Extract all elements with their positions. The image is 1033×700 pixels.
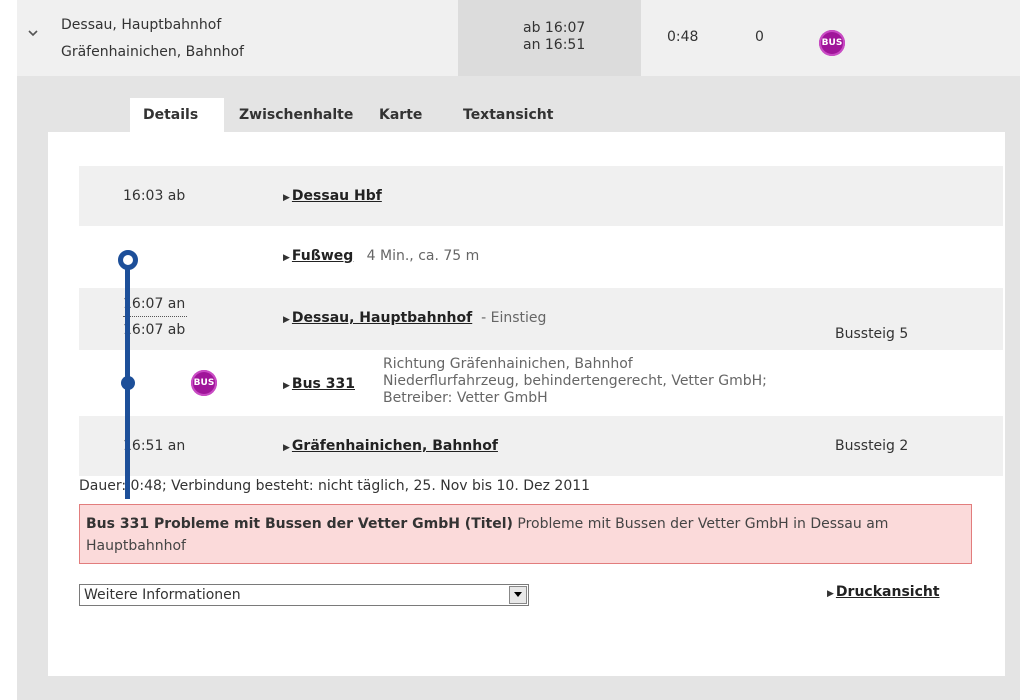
triangle-right-icon: ▶ <box>827 589 834 599</box>
connection-details: Details Zwischenhalte Karte Textansicht … <box>17 76 1020 700</box>
connection-summary-row[interactable]: Dessau, Hauptbahnhof Gräfenhainichen, Ba… <box>17 0 1020 76</box>
summary-departure-time: ab 16:07 <box>523 20 586 36</box>
boarding-suffix: - Einstieg <box>481 310 547 326</box>
triangle-right-icon: ▶ <box>283 381 290 391</box>
connection-info: Dauer: 0:48; Verbindung besteht: nicht t… <box>79 478 591 494</box>
bus-details: Richtung Gräfenhainichen, Bahnhof Nieder… <box>383 356 767 407</box>
more-info-selected: Weitere Informationen <box>84 587 241 603</box>
triangle-right-icon: ▶ <box>283 315 290 325</box>
departure-stop: ▶ Dessau Hbf <box>283 188 382 204</box>
walk-detail: 4 Min., ca. 75 m <box>366 248 480 264</box>
bus-line-link[interactable]: Bus 331 <box>292 376 355 392</box>
walk-segment: ▶ Fußweg 4 Min., ca. 75 m <box>283 248 479 264</box>
tab-textansicht[interactable]: Textansicht <box>450 98 580 132</box>
platform-label: Bussteig 2 <box>835 438 909 454</box>
chevron-down-icon[interactable] <box>27 28 41 42</box>
arrival-time-hbf: 16:07 an <box>123 296 186 312</box>
tab-zwischenhalte[interactable]: Zwischenhalte <box>226 98 366 132</box>
time-separator <box>123 316 187 317</box>
route-row-walk: ▶ Fußweg 4 Min., ca. 75 m <box>79 226 1003 288</box>
arrival-time: 16:51 an <box>123 438 186 454</box>
departure-stop-link[interactable]: Dessau Hbf <box>292 188 382 204</box>
bus-icon: BUS <box>819 30 845 56</box>
more-info-select[interactable]: Weitere Informationen <box>79 584 529 606</box>
tab-details[interactable]: Details <box>130 98 224 132</box>
departure-time-hbf: 16:07 ab <box>123 322 186 338</box>
arrival-stop: ▶ Gräfenhainichen, Bahnhof <box>283 438 498 454</box>
route-row-departure: 16:03 ab ▶ Dessau Hbf <box>79 166 1003 226</box>
triangle-right-icon: ▶ <box>283 193 290 203</box>
service-notice: Bus 331 Probleme mit Bussen der Vetter G… <box>79 504 972 564</box>
summary-stations: Dessau, Hauptbahnhof Gräfenhainichen, Ba… <box>61 12 244 66</box>
route-row-boarding: 16:07 an 16:07 ab ▶ Dessau, Hauptbahnhof … <box>79 288 1003 350</box>
print-view-link[interactable]: Druckansicht <box>836 584 940 600</box>
bus-direction: Richtung Gräfenhainichen, Bahnhof <box>383 356 633 372</box>
boarding-stop-link[interactable]: Dessau, Hauptbahnhof <box>292 310 472 326</box>
arrival-stop-link[interactable]: Gräfenhainichen, Bahnhof <box>292 438 498 454</box>
departure-time: 16:03 ab <box>123 188 186 204</box>
dropdown-arrow-icon[interactable] <box>509 586 527 604</box>
triangle-right-icon: ▶ <box>283 443 290 453</box>
summary-times: ab 16:07 an 16:51 <box>523 20 585 54</box>
triangle-right-icon: ▶ <box>283 253 290 263</box>
route-row-arrival: 16:51 an ▶ Gräfenhainichen, Bahnhof Busst… <box>79 416 1003 476</box>
bus-segment: ▶ Bus 331 <box>283 376 355 392</box>
platform-label: Bussteig 5 <box>835 326 909 342</box>
boarding-stop: ▶ Dessau, Hauptbahnhof - Einstieg <box>283 310 546 326</box>
summary-from-station: Dessau, Hauptbahnhof <box>61 17 222 33</box>
print-view: ▶ Druckansicht <box>827 584 940 600</box>
tab-karte[interactable]: Karte <box>366 98 450 132</box>
transfer-node-icon <box>121 376 135 390</box>
bus-operator: Betreiber: Vetter GmbH <box>383 390 548 406</box>
summary-to-station: Gräfenhainichen, Bahnhof <box>61 44 244 60</box>
notice-title: Bus 331 Probleme mit Bussen der Vetter G… <box>86 516 513 532</box>
summary-changes: 0 <box>755 29 764 45</box>
route-row-bus: BUS ▶ Bus 331 Richtung Gräfenhainichen, B… <box>79 350 1003 416</box>
summary-arrival-time: an 16:51 <box>523 37 586 53</box>
walk-link[interactable]: Fußweg <box>292 248 353 264</box>
start-node-icon <box>118 250 138 270</box>
summary-duration: 0:48 <box>667 29 699 45</box>
bus-vehicle-info: Niederflurfahrzeug, behindertengerecht, … <box>383 373 767 389</box>
bus-icon: BUS <box>191 370 217 396</box>
